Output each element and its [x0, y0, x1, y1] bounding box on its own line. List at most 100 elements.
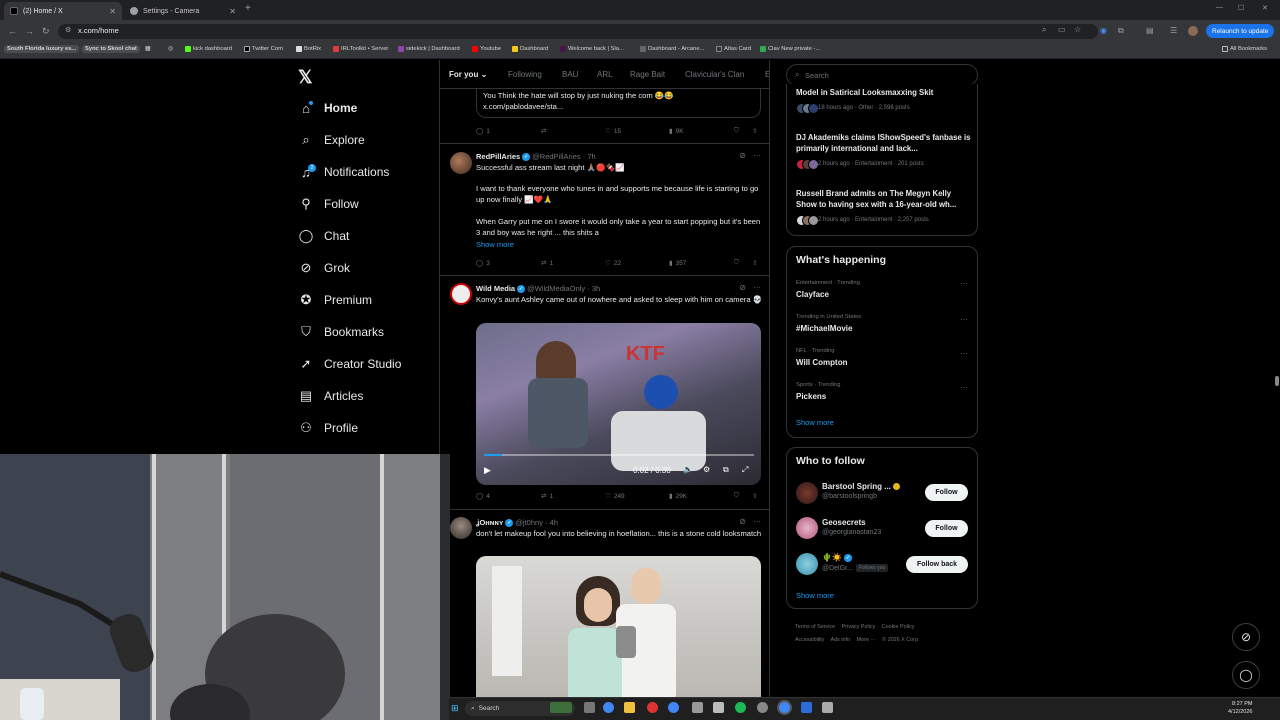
tab-search-icon[interactable]: ☰: [1170, 26, 1177, 35]
trend-name[interactable]: Pickens: [796, 392, 826, 401]
file-explorer-icon[interactable]: [624, 702, 635, 713]
share-button[interactable]: ⇧: [752, 127, 757, 135]
search-input[interactable]: Search: [805, 71, 829, 80]
word-icon[interactable]: [801, 702, 812, 713]
app-icon[interactable]: [647, 702, 658, 713]
show-more-link[interactable]: Show more: [796, 591, 834, 600]
follow-back-button[interactable]: Follow back: [906, 556, 968, 573]
post-image[interactable]: [476, 556, 761, 700]
like-button[interactable]: ♡ 22: [605, 259, 621, 268]
grok-icon[interactable]: ⊘: [739, 517, 746, 526]
widget-icon[interactable]: [550, 702, 572, 713]
tab-bau[interactable]: BAU: [562, 70, 578, 79]
follow-suggestion-name[interactable]: 🌵☀️ ✓: [822, 553, 852, 562]
show-more-link[interactable]: Show more: [476, 240, 514, 249]
bookmark-item[interactable]: Dashboard - Arcane...: [640, 46, 704, 52]
all-bookmarks-button[interactable]: All Bookmarks: [1222, 46, 1267, 52]
post-author[interactable]: RedPillAries ✓ @RedPillAries · 7h: [476, 152, 596, 162]
footer-link[interactable]: Accessibility: [795, 637, 824, 643]
more-options-icon[interactable]: ···: [960, 315, 968, 324]
grok-floating-button[interactable]: ⊘: [1232, 623, 1260, 651]
chrome-icon[interactable]: [668, 702, 679, 713]
settings-icon[interactable]: [757, 702, 768, 713]
views-button[interactable]: ▮ 357: [669, 259, 686, 268]
repost-button[interactable]: ⇄ 1: [541, 259, 553, 268]
chrome-icon[interactable]: [603, 702, 614, 713]
share-button[interactable]: ⇧: [752, 259, 757, 267]
news-item-title[interactable]: Model in Satirical Looksmaxxing Skit: [796, 88, 974, 99]
cast-icon[interactable]: ▭: [1058, 25, 1066, 34]
nav-item-follow[interactable]: ⚲ Follow: [298, 194, 358, 214]
share-button[interactable]: ⇧: [752, 492, 757, 500]
relaunch-to-update-button[interactable]: Relaunch to update: [1206, 24, 1275, 38]
bookmark-item[interactable]: South Florida luxury es...: [4, 45, 80, 53]
follow-button[interactable]: Follow: [925, 520, 968, 537]
news-item-title[interactable]: Russell Brand admits on The Megyn Kelly …: [796, 189, 974, 210]
follow-suggestion-name[interactable]: Barstool Spring ...: [822, 482, 901, 491]
chrome-active-icon[interactable]: [779, 702, 790, 713]
search-bar[interactable]: ⌕ Search: [786, 64, 978, 86]
notepad-icon[interactable]: [822, 702, 833, 713]
reload-icon[interactable]: ↻: [42, 26, 50, 37]
more-options-icon[interactable]: ···: [960, 349, 968, 358]
bookmark-item[interactable]: Youtube: [472, 46, 501, 52]
nav-item-profile[interactable]: ⚇ Profile: [298, 418, 358, 438]
apps-grid-icon[interactable]: ▦: [145, 46, 150, 52]
messages-floating-button[interactable]: ◯: [1232, 661, 1260, 689]
nav-item-home[interactable]: ⌂ Home: [298, 98, 357, 118]
post-author[interactable]: Wild Media ✓ @WildMediaOnly · 3h: [476, 284, 600, 294]
close-tab-icon[interactable]: ✕: [109, 7, 116, 16]
avatar[interactable]: [796, 517, 818, 539]
views-button[interactable]: ▮ 29K: [669, 492, 687, 501]
more-options-icon[interactable]: ···: [753, 517, 761, 526]
extensions-puzzle-icon[interactable]: ⧉: [1118, 26, 1124, 36]
profile-avatar-icon[interactable]: [1188, 26, 1198, 36]
volume-icon[interactable]: 🔈: [683, 465, 693, 474]
scrollbar-thumb[interactable]: [1275, 376, 1279, 386]
tab-for-you[interactable]: For you ⌄: [449, 70, 487, 79]
fullscreen-icon[interactable]: ⤢: [742, 465, 748, 475]
new-tab-button[interactable]: +: [245, 3, 251, 14]
back-arrow-icon[interactable]: ←: [8, 26, 17, 36]
footer-link[interactable]: Cookie Policy: [882, 624, 915, 630]
forward-arrow-icon[interactable]: →: [25, 26, 34, 36]
bookmark-item[interactable]: sidekick | Dashboard: [398, 46, 460, 52]
settings-icon[interactable]: ⚙: [703, 465, 710, 474]
grok-icon[interactable]: ⊘: [739, 151, 746, 160]
views-button[interactable]: ▮ 9K: [669, 127, 684, 136]
quoted-post[interactable]: You Think the hate will stop by just nuk…: [476, 89, 761, 118]
reply-button[interactable]: ◯ 3: [476, 259, 490, 268]
post-item[interactable]: Wild Media ✓ @WildMediaOnly · 3h ⊘ ··· Kon…: [440, 276, 769, 510]
bookmark-button[interactable]: ⛉: [734, 127, 739, 135]
close-window-button[interactable]: ✕: [1262, 4, 1268, 12]
tab-clavicular-clan[interactable]: Clavicular's Clan: [685, 70, 744, 79]
bookmark-item[interactable]: BotRix: [296, 46, 321, 52]
bookmark-button[interactable]: ⛉: [734, 492, 739, 500]
grok-icon[interactable]: ⊘: [739, 283, 746, 292]
footer-link[interactable]: Privacy Policy: [842, 624, 876, 630]
pip-icon[interactable]: ⧉: [723, 465, 729, 475]
more-options-icon[interactable]: ···: [753, 283, 761, 292]
nav-item-bookmarks[interactable]: ⛉ Bookmarks: [298, 322, 384, 342]
trend-name[interactable]: Clayface: [796, 290, 829, 299]
bookmark-item[interactable]: Clav New private -...: [760, 46, 820, 52]
bookmark-button[interactable]: ⛉: [734, 259, 739, 267]
post-item[interactable]: You Think the hate will stop by just nuk…: [440, 89, 769, 144]
x-logo[interactable]: 𝕏: [298, 67, 313, 88]
sidebar-icon[interactable]: ▤: [1146, 26, 1154, 35]
post-item[interactable]: RedPillAries ✓ @RedPillAries · 7h ⊘ ··· Su…: [440, 144, 769, 276]
more-options-icon[interactable]: ···: [753, 151, 761, 160]
like-button[interactable]: ♡ 15: [605, 127, 621, 136]
repost-button[interactable]: ⇄ 1: [541, 492, 553, 501]
calculator-icon[interactable]: [713, 702, 724, 713]
nav-item-grok[interactable]: ⊘ Grok: [298, 258, 350, 278]
address-bar[interactable]: ⚙ x.com/home ⌕ ▭ ☆: [58, 24, 1098, 39]
more-options-icon[interactable]: ···: [960, 279, 968, 288]
bookmark-globe-icon[interactable]: ◎: [168, 46, 173, 52]
zoom-icon[interactable]: ⌕: [1042, 25, 1046, 35]
avatar[interactable]: [450, 283, 472, 305]
show-more-link[interactable]: Show more: [796, 418, 834, 427]
trend-name[interactable]: Will Compton: [796, 358, 847, 367]
post-author[interactable]: ʝOнɴɴʏ ✓ @jt0hny · 4h: [476, 518, 558, 528]
bookmark-item[interactable]: IRLToolkit • Server: [333, 46, 388, 52]
